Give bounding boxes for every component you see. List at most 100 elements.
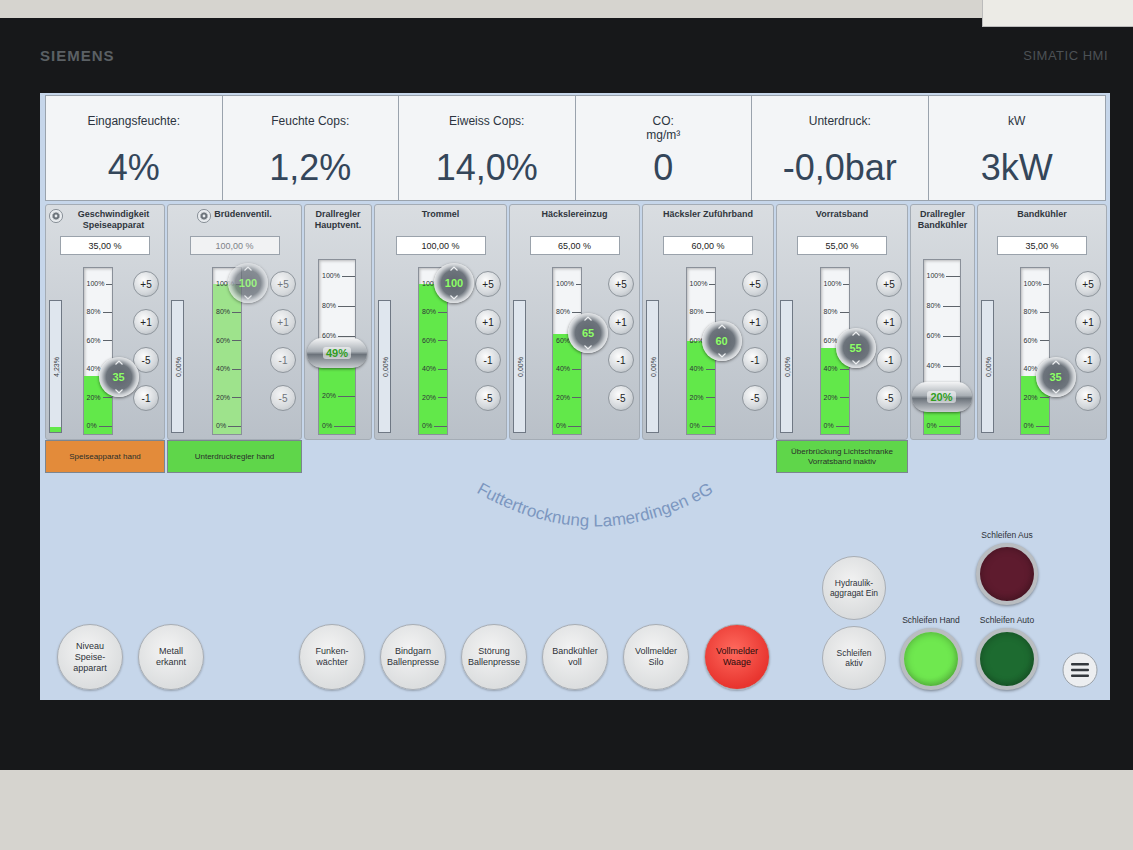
scale-tick: 0% xyxy=(322,422,355,430)
control-panel: Vorratsband55,00 %0,00%100%80%60%40%20%0… xyxy=(776,204,908,440)
scale-tick: 40% xyxy=(216,365,241,373)
step-button[interactable]: -5 xyxy=(608,385,634,411)
step-button[interactable]: -5 xyxy=(876,385,902,411)
settings-gear-icon[interactable] xyxy=(197,209,211,223)
control-title: Häcksler Zuführband xyxy=(663,209,753,220)
setpoint-field[interactable]: 35,00 % xyxy=(997,236,1087,255)
slider[interactable]: 100%80%60%40%20%0%60 xyxy=(686,267,716,435)
slider[interactable]: 100%80%60%40%20%0%55 xyxy=(820,267,850,435)
step-button[interactable]: +1 xyxy=(608,309,634,335)
step-button[interactable]: -5 xyxy=(1075,385,1101,411)
slider-knob[interactable]: 20% xyxy=(912,382,972,412)
setpoint-field[interactable]: 65,00 % xyxy=(530,236,620,255)
mode-cell xyxy=(304,440,372,474)
setpoint-value: 35,00 % xyxy=(88,241,121,251)
indicator-label: Metall erkannt xyxy=(143,646,199,668)
control-title-row: Trommel xyxy=(378,209,503,235)
control-panel: Geschwindigkeit Speiseapparat35,00 %4,23… xyxy=(45,204,165,440)
step-button[interactable]: +1 xyxy=(742,309,768,335)
scale-label: 20% xyxy=(1024,394,1038,402)
scale-tick: 0% xyxy=(87,422,112,430)
setpoint-field[interactable]: 60,00 % xyxy=(663,236,753,255)
setpoint-value: 100,00 % xyxy=(421,241,459,251)
step-button[interactable]: +5 xyxy=(133,271,159,297)
slider[interactable]: 100%80%60%40%20%0%65 xyxy=(552,267,582,435)
slider-knob[interactable]: 100 xyxy=(434,263,474,303)
slider-knob[interactable]: 65 xyxy=(568,313,608,353)
slider-knob[interactable]: 60 xyxy=(702,321,742,361)
schleifen-button[interactable] xyxy=(976,628,1038,690)
control-panel: Häcksler Zuführband60,00 %0,00%100%80%60… xyxy=(642,204,774,440)
scale-tick: 60% xyxy=(1024,337,1049,345)
schleifen-button[interactable] xyxy=(976,543,1038,605)
step-button[interactable]: -1 xyxy=(1075,347,1101,373)
step-button[interactable]: +5 xyxy=(742,271,768,297)
slider[interactable]: 100%80%60%40%20%0%49% xyxy=(318,259,356,435)
setpoint-field[interactable]: 100,00 % xyxy=(396,236,486,255)
step-button[interactable]: +1 xyxy=(475,309,501,335)
step-button[interactable]: -5 xyxy=(742,385,768,411)
slider[interactable]: 100%80%60%40%20%0%100 xyxy=(212,267,242,435)
scale-label: 40% xyxy=(824,365,838,373)
up-arrow-icon xyxy=(584,316,592,321)
watermark: Futtertrocknung Lamerdingen eG xyxy=(435,464,755,554)
step-button[interactable]: +5 xyxy=(1075,271,1101,297)
step-button[interactable]: +1 xyxy=(133,309,159,335)
tick-line xyxy=(232,397,241,398)
scale-label: 40% xyxy=(690,365,704,373)
slider[interactable]: 100%80%60%40%20%0%35 xyxy=(83,267,113,435)
mode-button[interactable]: Speiseapparat hand xyxy=(45,440,165,473)
indicator-label: Vollmelder Waage xyxy=(709,646,765,668)
brand-logo: SIEMENS xyxy=(40,47,115,64)
slider[interactable]: 100%80%60%40%20%0%100 xyxy=(418,267,448,435)
step-button[interactable]: +1 xyxy=(1075,309,1101,335)
slider[interactable]: 100%80%60%40%20%0%20% xyxy=(923,259,961,435)
mode-button[interactable]: Überbrückung Lichtschranke Vorratsband i… xyxy=(776,440,908,473)
menu-icon[interactable] xyxy=(1062,652,1098,688)
schleifen-button[interactable] xyxy=(900,628,962,690)
slider-knob[interactable]: 35 xyxy=(1036,357,1076,397)
step-button[interactable]: +5 xyxy=(876,271,902,297)
tick-line xyxy=(702,426,715,427)
step-button: -5 xyxy=(270,385,296,411)
setpoint-field[interactable]: 55,00 % xyxy=(797,236,887,255)
step-button[interactable]: +5 xyxy=(608,271,634,297)
step-button[interactable]: +1 xyxy=(876,309,902,335)
tick-line xyxy=(434,426,447,427)
step-button[interactable]: -1 xyxy=(742,347,768,373)
slider[interactable]: 100%80%60%40%20%0%35 xyxy=(1020,267,1050,435)
scale-label: 80% xyxy=(322,302,336,310)
settings-gear-icon[interactable] xyxy=(49,209,63,223)
step-button[interactable]: +5 xyxy=(475,271,501,297)
step-button[interactable]: -1 xyxy=(876,347,902,373)
step-button[interactable]: -1 xyxy=(475,347,501,373)
step-button[interactable]: -1 xyxy=(608,347,634,373)
mode-cell: Speiseapparat hand xyxy=(45,440,165,474)
setpoint-field[interactable]: 35,00 % xyxy=(60,236,150,255)
reading-label: kW xyxy=(1008,114,1025,128)
slider-knob[interactable]: 100 xyxy=(228,263,268,303)
tick-line xyxy=(342,276,355,277)
slider-knob[interactable]: 49% xyxy=(307,338,367,368)
actual-value-reading: 0,00% xyxy=(381,357,388,377)
action-button[interactable]: Schleifen aktiv xyxy=(822,626,886,690)
tick-line xyxy=(338,336,355,337)
scale-tick: 20% xyxy=(216,394,241,402)
mode-button[interactable]: Unterdruckregler hand xyxy=(167,440,302,473)
action-button[interactable]: Hydraulik-aggragat Ein xyxy=(822,556,886,620)
down-arrow-icon xyxy=(244,295,252,300)
reading-label-box: Eiweiss Cops: xyxy=(449,114,524,142)
control-body: 100%80%60%40%20%0%20% xyxy=(914,235,971,435)
step-button[interactable]: -1 xyxy=(133,385,159,411)
scale-tick: 0% xyxy=(216,422,241,430)
slider-knob[interactable]: 35 xyxy=(99,357,139,397)
control-title-row: Brüdenventil. xyxy=(171,209,298,235)
step-button[interactable]: -5 xyxy=(475,385,501,411)
setpoint-value: 100,00 % xyxy=(215,241,253,251)
tick-line xyxy=(706,312,715,313)
control-body: 0,00%100%80%60%40%20%0%55+5+1-1-5 xyxy=(780,255,904,435)
slider-knob[interactable]: 55 xyxy=(836,328,876,368)
step-buttons: +5 +1 -1 -5 xyxy=(608,271,634,411)
scale-label: 100% xyxy=(87,280,105,288)
scale-label: 60% xyxy=(216,337,230,345)
